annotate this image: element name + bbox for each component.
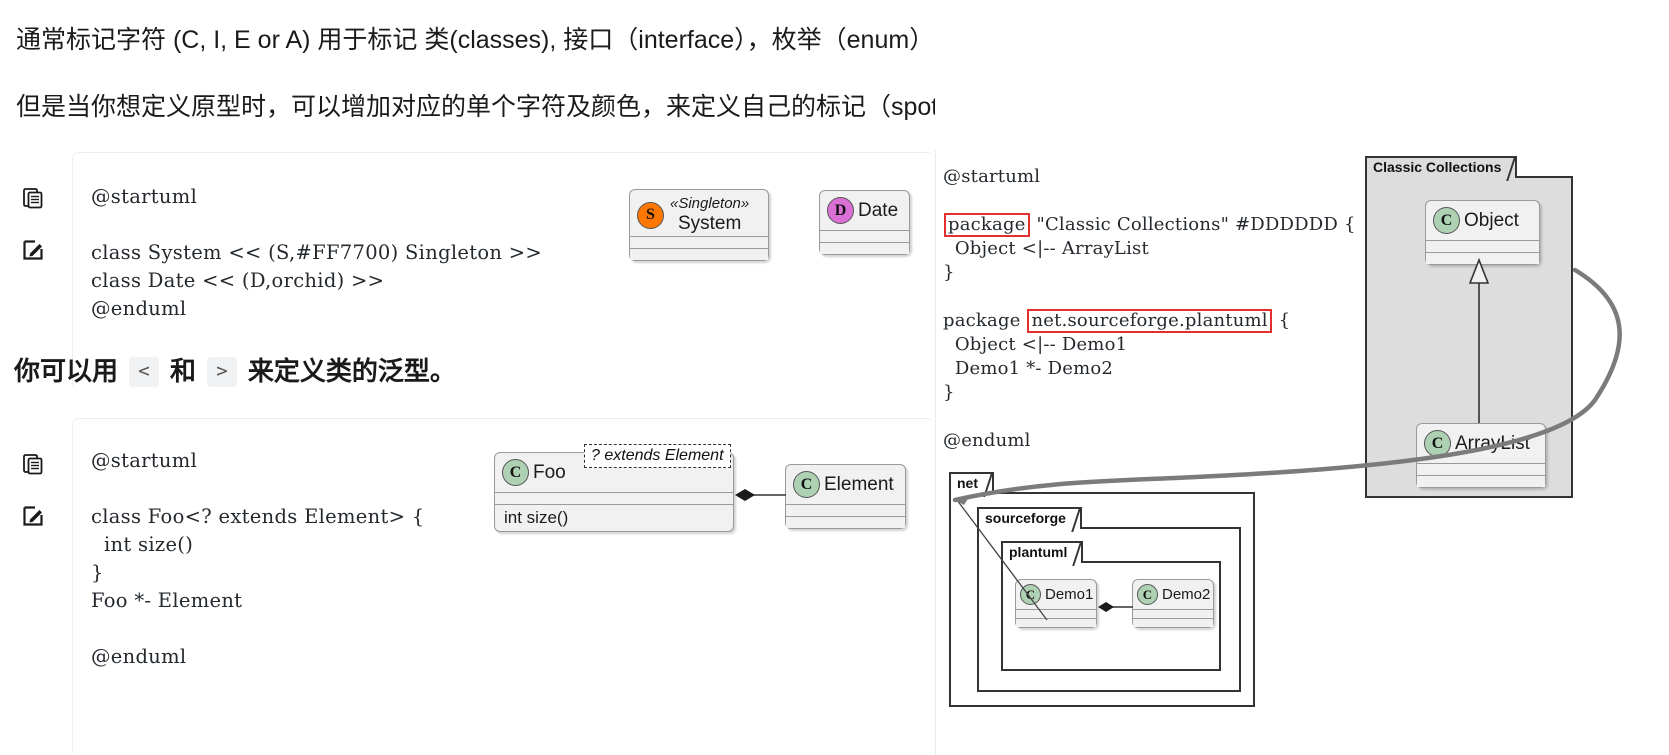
uml-class-foo-method: int size(): [504, 508, 569, 527]
uml-class-element-name: Element: [824, 473, 894, 495]
uml-class-arraylist-name: ArrayList: [1455, 432, 1530, 454]
inline-code-gt: >: [207, 357, 237, 387]
uml-package-plantuml: plantuml C Demo1 C Demo2: [1001, 541, 1221, 671]
code-line-object-arraylist: Object <|-- ArrayList: [943, 238, 1149, 259]
generics-text-before: 你可以用: [14, 356, 119, 386]
code-text-right[interactable]: @startuml package "Classic Collections" …: [943, 165, 1356, 453]
code-line-enduml: @enduml: [943, 430, 1031, 451]
spot-icon-C: C: [1424, 430, 1451, 457]
uml-class-demo2-header: C Demo2: [1133, 580, 1213, 609]
uml-attributes-band: [786, 505, 905, 516]
generics-text-mid: 和: [169, 356, 196, 386]
paragraph-generics: 你可以用 < 和 > 来定义类的泛型。: [14, 353, 456, 391]
uml-methods-band: [1133, 619, 1213, 627]
code-line-object-demo1: Object <|-- Demo1: [943, 334, 1128, 355]
uml-package-net: net sourceforge plantuml C Demo1 C Demo2: [949, 472, 1255, 707]
uml-class-element-header: C Element: [786, 465, 905, 504]
highlight-package-keyword-1: package: [944, 213, 1030, 237]
uml-class-system-header: S «Singleton» System: [630, 190, 768, 236]
spot-icon-C: C: [793, 471, 820, 498]
uml-class-demo1: C Demo1: [1015, 579, 1097, 628]
uml-attributes-band: [1133, 610, 1213, 618]
uml-package-label-net: net: [949, 472, 994, 494]
spot-icon-C: C: [1020, 584, 1041, 605]
uml-attributes-band: [630, 237, 768, 249]
uml-attributes-band: [1417, 464, 1545, 475]
uml-attributes-band: [495, 493, 733, 504]
copy-icon[interactable]: [18, 183, 48, 213]
edit-icon[interactable]: [18, 501, 48, 531]
generics-text-after: 来定义类的泛型。: [247, 356, 456, 386]
uml-class-arraylist-header: C ArrayList: [1417, 424, 1545, 463]
uml-methods-band: [820, 243, 909, 254]
copy-icon[interactable]: [18, 449, 48, 479]
uml-class-demo1-header: C Demo1: [1016, 580, 1096, 609]
uml-class-foo-name: Foo: [533, 461, 566, 483]
left-column: 通常标记字符 (C, I, E or A) 用于标记 类(classes), 接…: [0, 0, 1270, 755]
spot-icon-C: C: [1433, 207, 1460, 234]
uml-attributes-band: [1016, 610, 1096, 618]
uml-methods-band: [1417, 476, 1545, 487]
page-root: 通常标记字符 (C, I, E or A) 用于标记 类(classes), 接…: [0, 0, 1669, 755]
code-line-close-2: }: [943, 382, 955, 403]
uml-class-demo2-name: Demo2: [1162, 586, 1211, 603]
right-column: @startuml package "Classic Collections" …: [935, 0, 1669, 755]
code-line-package-classic: "Classic Collections" #DDDDDD {: [1030, 214, 1356, 235]
spot-icon-C: C: [502, 459, 529, 486]
uml-methods-band: [630, 249, 768, 261]
uml-methods-band: [786, 517, 905, 528]
code-text-1[interactable]: @startuml class System << (S,#FF7700) Si…: [73, 153, 934, 323]
uml-class-date: D Date: [819, 190, 910, 255]
uml-methods-band: [1426, 253, 1539, 264]
uml-methods-band: [1016, 619, 1096, 627]
uml-generic-note: ? extends Element: [584, 444, 731, 468]
uml-package-sourceforge: sourceforge plantuml C Demo1 C Demo2: [977, 507, 1241, 692]
spot-icon-C: C: [1137, 584, 1158, 605]
uml-package-label-classic: Classic Collections: [1365, 156, 1518, 178]
code-line-package-open-2: {: [1272, 310, 1291, 331]
inline-code-lt: <: [129, 357, 159, 387]
uml-class-system-name: System: [677, 212, 742, 234]
code-gutter-1: [18, 183, 66, 287]
edit-icon[interactable]: [18, 235, 48, 265]
uml-attributes-band: [820, 231, 909, 242]
uml-package-classic-collections: Classic Collections C Object C ArrayList: [1365, 156, 1573, 498]
uml-class-system: S «Singleton» System: [629, 189, 769, 262]
uml-class-object: C Object: [1425, 200, 1540, 265]
uml-class-object-header: C Object: [1426, 201, 1539, 240]
code-line-startuml: @startuml: [943, 166, 1041, 187]
uml-stereotype-singleton: «Singleton»: [670, 195, 750, 212]
uml-package-label-plantuml: plantuml: [1001, 541, 1084, 563]
uml-class-arraylist: C ArrayList: [1416, 423, 1546, 488]
uml-class-demo1-name: Demo1: [1045, 586, 1094, 603]
code-line-demo1-demo2: Demo1 *- Demo2: [943, 358, 1114, 379]
code-line-close-1: }: [943, 262, 955, 283]
spot-icon-D: D: [827, 197, 854, 224]
uml-class-object-name: Object: [1464, 209, 1519, 231]
uml-package-label-sourceforge: sourceforge: [977, 507, 1082, 529]
code-package-keyword-2: package: [943, 310, 1021, 331]
highlight-package-name: net.sourceforge.plantuml: [1027, 309, 1272, 333]
uml-class-date-name: Date: [858, 199, 899, 221]
spot-icon-S: S: [637, 201, 664, 229]
uml-class-demo2: C Demo2: [1132, 579, 1214, 628]
uml-attributes-band: [1426, 241, 1539, 252]
uml-class-element: C Element: [785, 464, 906, 529]
code-gutter-2: [18, 449, 66, 553]
uml-class-date-header: D Date: [820, 191, 909, 230]
